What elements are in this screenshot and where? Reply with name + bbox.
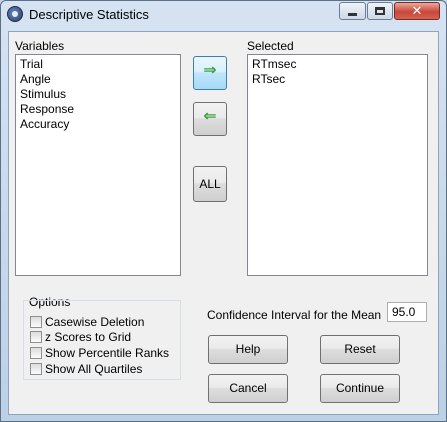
cancel-button-label: Cancel [229,381,267,395]
arrow-right-icon: ⇒ [203,62,217,79]
checkbox-box[interactable] [30,316,42,328]
list-item[interactable]: RTsec [252,72,285,86]
checkbox-box[interactable] [30,331,42,343]
list-item[interactable]: Accuracy [20,117,69,131]
close-button[interactable]: ✕ [394,2,440,20]
help-button[interactable]: Help [208,335,288,364]
list-item[interactable]: RTmsec [252,57,296,71]
title-bar[interactable]: Descriptive Statistics ✕ [1,1,446,27]
minimize-icon [348,13,357,16]
help-button-label: Help [235,342,261,356]
checkbox-label: Show All Quartiles [45,362,143,376]
confidence-interval-field[interactable]: 95.0 [387,302,427,322]
cancel-button[interactable]: Cancel [208,374,288,403]
variables-listbox[interactable]: Trial Angle Stimulus Response Accuracy [15,54,181,276]
move-all-label: ALL [199,177,221,191]
list-item[interactable]: Trial [20,57,43,71]
variables-label: Variables [15,39,65,53]
continue-button-label: Continue [335,381,385,395]
dialog-client-area: Variables Trial Angle Stimulus Response … [8,31,439,415]
app-icon[interactable] [7,6,23,22]
continue-button[interactable]: Continue [320,374,400,403]
selected-label: Selected [247,39,294,53]
selected-listbox[interactable]: RTmsec RTsec [247,54,428,276]
move-left-button[interactable]: ⇐ [193,102,227,136]
list-item[interactable]: Angle [20,72,51,86]
checkbox-box[interactable] [30,347,42,359]
window-title: Descriptive Statistics [29,7,149,22]
list-item[interactable]: Stimulus [20,87,66,101]
maximize-button[interactable] [367,2,393,20]
arrow-left-icon: ⇐ [203,108,217,125]
checkbox-box[interactable] [30,363,42,375]
move-all-button[interactable]: ALL [193,166,227,202]
minimize-button[interactable] [339,2,366,20]
confidence-interval-label: Confidence Interval for the Mean [207,308,382,322]
maximize-icon [375,7,385,15]
list-item[interactable]: Response [20,102,74,116]
move-right-button[interactable]: ⇒ [193,56,227,90]
reset-button[interactable]: Reset [320,335,400,364]
checkbox-label: Show Percentile Ranks [45,346,170,360]
dialog-window: Descriptive Statistics ✕ Variables Trial… [0,0,447,422]
reset-button-label: Reset [344,342,376,356]
checkbox-label: Casewise Deletion [45,315,145,329]
close-icon: ✕ [411,3,423,18]
checkbox-label: z Scores to Grid [45,330,132,344]
